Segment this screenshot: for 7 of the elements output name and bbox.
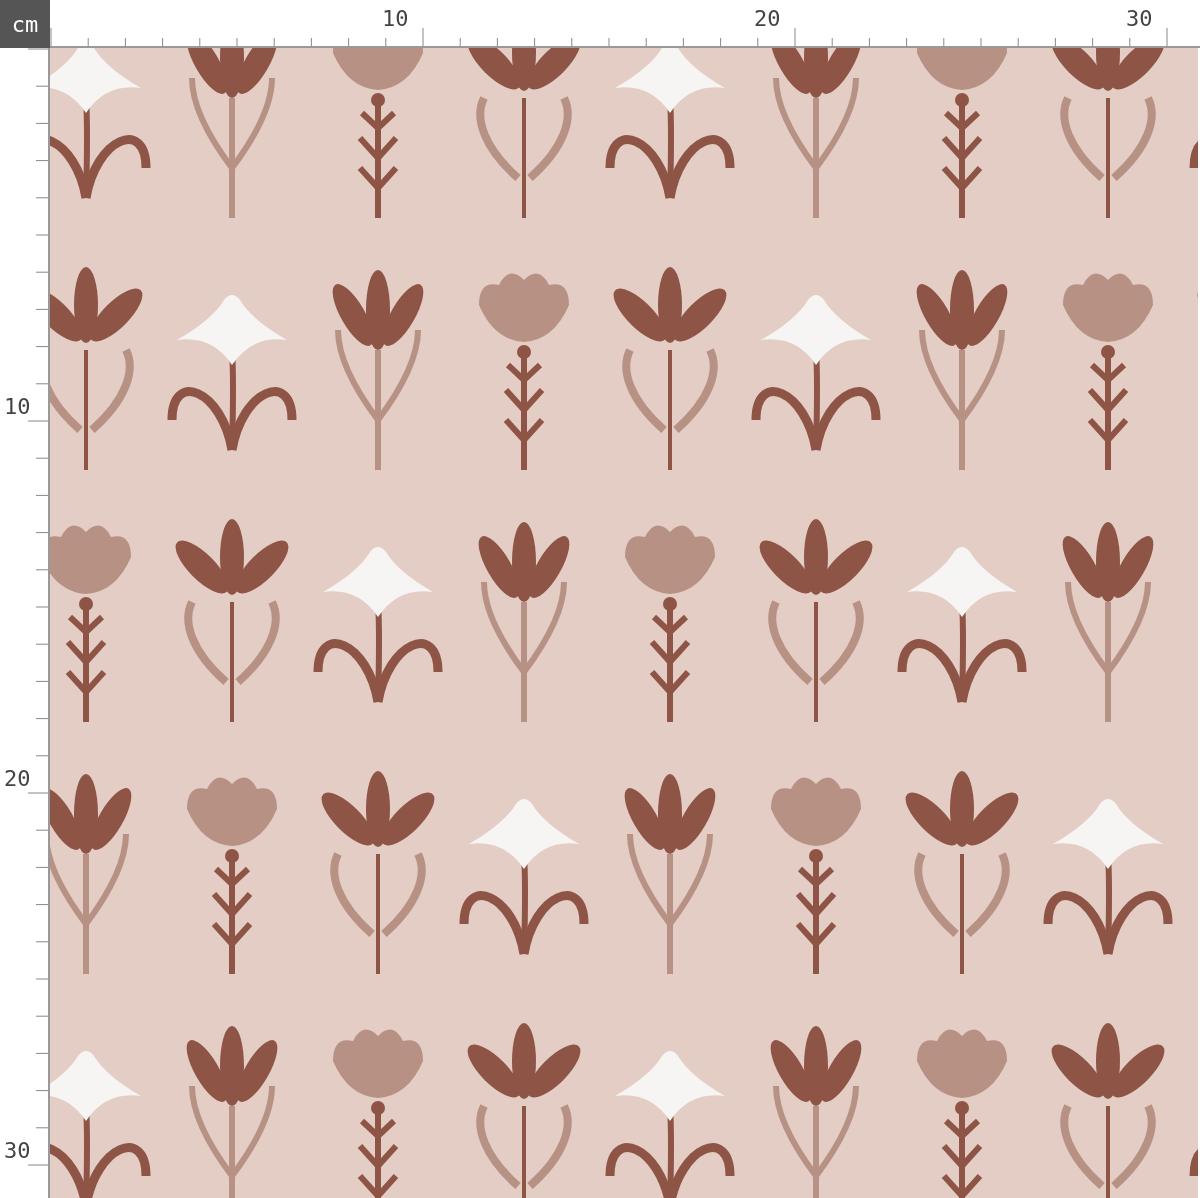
unit-label: cm xyxy=(0,0,50,48)
ruler-label: 10 xyxy=(4,394,31,419)
ruler-label: 20 xyxy=(4,766,31,791)
ruler-label: 10 xyxy=(382,6,409,31)
ruler-label: 30 xyxy=(4,1138,31,1163)
ruler-label: 30 xyxy=(1126,6,1153,31)
ruler-label: 20 xyxy=(754,6,781,31)
